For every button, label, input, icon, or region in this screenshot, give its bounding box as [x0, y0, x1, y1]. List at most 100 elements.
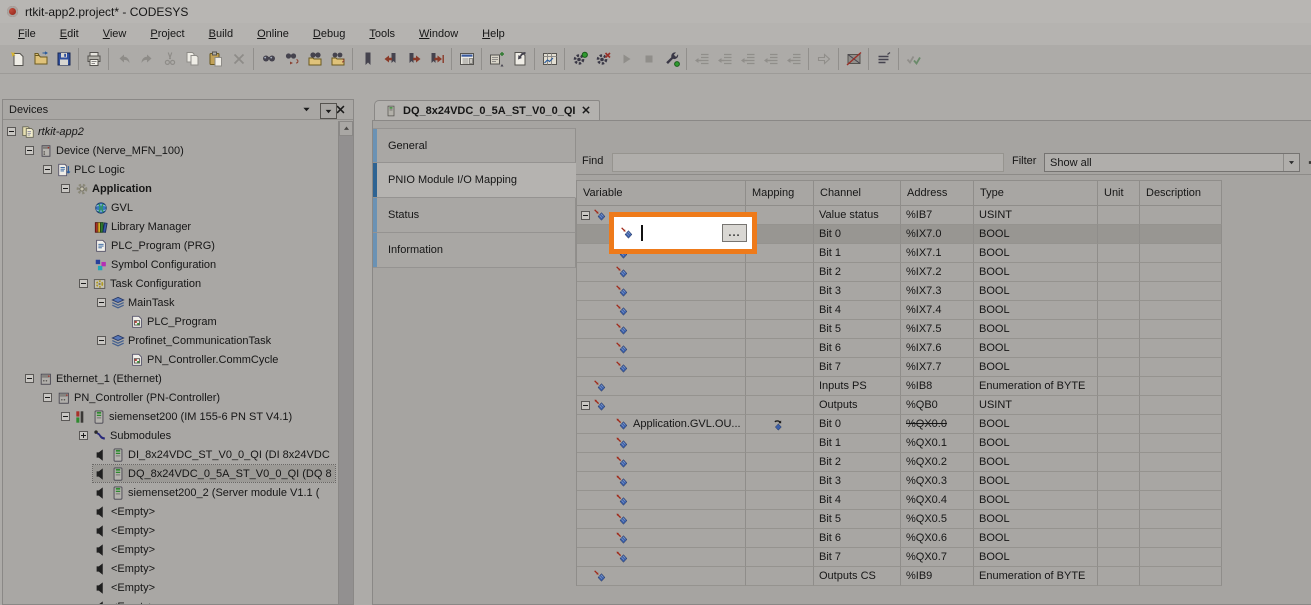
variable-cell[interactable] [577, 510, 746, 529]
collapse-toggle[interactable] [61, 412, 70, 421]
channel-cell[interactable]: Bit 3 [814, 472, 901, 491]
save-project-button[interactable] [52, 48, 75, 70]
forward-button[interactable] [812, 48, 835, 70]
tree-item-empty[interactable]: <Empty> [3, 540, 338, 559]
column-header-variable[interactable]: Variable [577, 181, 746, 206]
compare-button[interactable] [842, 48, 865, 70]
channel-cell[interactable]: Bit 0 [814, 415, 901, 434]
channel-cell[interactable]: Bit 0 [814, 225, 901, 244]
description-cell[interactable] [1140, 491, 1222, 510]
type-cell[interactable]: BOOL [974, 453, 1098, 472]
column-header-description[interactable]: Description [1140, 181, 1222, 206]
menu-tools[interactable]: Tools [357, 25, 407, 43]
previous-bookmark-button[interactable] [379, 48, 402, 70]
address-cell[interactable]: %IX7.5 [901, 320, 974, 339]
new-project-button[interactable] [6, 48, 29, 70]
mapping-cell[interactable] [746, 263, 814, 282]
io-row-bit-6[interactable]: Bit 6%IX7.6BOOL [577, 339, 1222, 358]
copy-button[interactable] [181, 48, 204, 70]
tree-item-rtkit-app2[interactable]: rtkit-app2 [3, 122, 338, 141]
collapse-toggle[interactable] [79, 279, 88, 288]
collapse-toggle[interactable] [97, 336, 106, 345]
description-cell[interactable] [1140, 548, 1222, 567]
description-cell[interactable] [1140, 472, 1222, 491]
collapse-toggle[interactable] [581, 211, 590, 220]
mapping-cell[interactable] [746, 472, 814, 491]
collapse-toggle[interactable] [7, 127, 16, 136]
collapse-toggle[interactable] [25, 374, 34, 383]
channel-cell[interactable]: Bit 1 [814, 244, 901, 263]
stop-button[interactable] [637, 48, 660, 70]
tree-item-symbol-configuration[interactable]: Symbol Configuration [3, 255, 338, 274]
tree-item-dq-8x24vdc-0-5a-st-v0-0-qi-dq-8[interactable]: DQ_8x24VDC_0_5A_ST_V0_0_QI (DQ 8 [3, 464, 338, 483]
type-cell[interactable]: BOOL [974, 244, 1098, 263]
find-input[interactable] [612, 153, 1004, 172]
description-cell[interactable] [1140, 206, 1222, 225]
tree-item-empty[interactable]: <Empty> [3, 521, 338, 540]
menu-project[interactable]: Project [138, 25, 196, 43]
collapse-toggle[interactable] [61, 184, 70, 193]
io-row-bit-0[interactable]: Application.GVL.OU...Bit 0%QX0.0BOOL [577, 415, 1222, 434]
expand-toggle[interactable] [79, 431, 88, 440]
address-cell[interactable]: %IX7.1 [901, 244, 974, 263]
address-cell[interactable]: %QX0.6 [901, 529, 974, 548]
address-cell[interactable]: %IX7.3 [901, 282, 974, 301]
panel-menu-button[interactable] [298, 102, 315, 117]
channel-cell[interactable]: Bit 7 [814, 358, 901, 377]
unit-cell[interactable] [1098, 301, 1140, 320]
address-cell[interactable]: %IX7.4 [901, 301, 974, 320]
address-cell[interactable]: %QX0.1 [901, 434, 974, 453]
type-cell[interactable]: USINT [974, 206, 1098, 225]
tab-dq-module[interactable]: DQ_8x24VDC_0_5A_ST_V0_0_QI [374, 100, 600, 121]
channel-cell[interactable]: Bit 5 [814, 320, 901, 339]
description-cell[interactable] [1140, 320, 1222, 339]
edit-object-button[interactable] [508, 48, 531, 70]
type-cell[interactable]: Enumeration of BYTE [974, 377, 1098, 396]
type-cell[interactable]: BOOL [974, 415, 1098, 434]
address-cell[interactable]: %IX7.6 [901, 339, 974, 358]
address-cell[interactable]: %IX7.0 [901, 225, 974, 244]
address-cell[interactable]: %QX0.7 [901, 548, 974, 567]
logout-button[interactable] [591, 48, 614, 70]
unit-cell[interactable] [1098, 358, 1140, 377]
login-button[interactable] [568, 48, 591, 70]
bookmark-button[interactable] [356, 48, 379, 70]
unit-cell[interactable] [1098, 529, 1140, 548]
address-cell[interactable]: %IX7.7 [901, 358, 974, 377]
type-cell[interactable]: BOOL [974, 472, 1098, 491]
channel-cell[interactable]: Outputs CS [814, 567, 901, 586]
mapping-cell[interactable] [746, 339, 814, 358]
type-cell[interactable]: Enumeration of BYTE [974, 567, 1098, 586]
tree-scrollbar[interactable] [338, 121, 353, 604]
type-cell[interactable]: BOOL [974, 301, 1098, 320]
unit-cell[interactable] [1098, 263, 1140, 282]
mapping-cell[interactable] [746, 529, 814, 548]
column-header-mapping[interactable]: Mapping [746, 181, 814, 206]
project-combo-button[interactable] [320, 103, 337, 119]
io-row-bit-7[interactable]: Bit 7%IX7.7BOOL [577, 358, 1222, 377]
menu-online[interactable]: Online [245, 25, 301, 43]
tree-item-siemenset200-2-server-module-v1-1[interactable]: siemenset200_2 (Server module V1.1 ( [3, 483, 338, 502]
description-cell[interactable] [1140, 339, 1222, 358]
mapping-cell[interactable] [746, 434, 814, 453]
unit-cell[interactable] [1098, 548, 1140, 567]
column-header-unit[interactable]: Unit [1098, 181, 1140, 206]
type-cell[interactable]: BOOL [974, 320, 1098, 339]
replace-in-files-button[interactable] [326, 48, 349, 70]
mapping-cell[interactable] [746, 415, 814, 434]
unit-cell[interactable] [1098, 206, 1140, 225]
description-cell[interactable] [1140, 377, 1222, 396]
channel-cell[interactable]: Bit 5 [814, 510, 901, 529]
description-cell[interactable] [1140, 301, 1222, 320]
description-cell[interactable] [1140, 434, 1222, 453]
nav-general[interactable]: General [373, 128, 576, 163]
io-row-bit-2[interactable]: Bit 2%IX7.2BOOL [577, 263, 1222, 282]
channel-cell[interactable]: Bit 2 [814, 263, 901, 282]
tree-item-gvl[interactable]: GVL [3, 198, 338, 217]
address-cell[interactable]: %IX7.2 [901, 263, 974, 282]
variable-cell[interactable] [577, 548, 746, 567]
unit-cell[interactable] [1098, 320, 1140, 339]
address-cell[interactable]: %IB9 [901, 567, 974, 586]
unit-cell[interactable] [1098, 510, 1140, 529]
variable-cell[interactable] [577, 377, 746, 396]
